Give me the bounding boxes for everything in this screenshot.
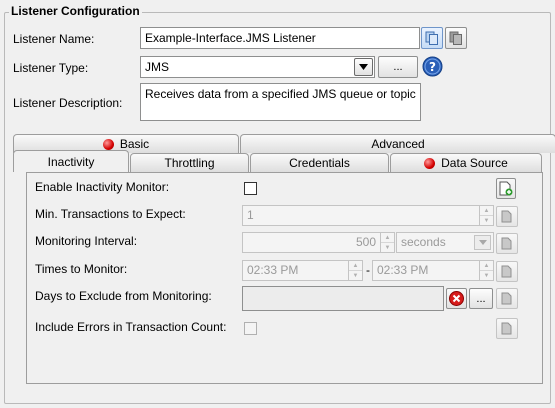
chevron-down-icon <box>478 240 487 245</box>
new-document-icon <box>499 181 513 196</box>
days-exclude-label: Days to Exclude from Monitoring: <box>35 289 212 303</box>
monitoring-interval-value: 500 <box>355 235 376 249</box>
days-variable-button[interactable] <box>496 288 518 309</box>
help-button[interactable]: ? <box>422 56 443 77</box>
times-to-monitor-label: Times to Monitor: <box>35 262 128 276</box>
enable-inactivity-label: Enable Inactivity Monitor: <box>35 180 170 194</box>
error-icon <box>102 138 114 150</box>
listener-type-select[interactable]: JMS <box>140 56 375 78</box>
copy-name-button[interactable] <box>421 27 443 49</box>
min-transactions-spinner[interactable]: ▲ ▼ <box>479 206 493 225</box>
tab-advanced[interactable]: Advanced <box>240 134 555 153</box>
tab-advanced-label: Advanced <box>371 137 425 151</box>
time-start-value: 02:33 PM <box>247 263 299 277</box>
spin-up-icon: ▲ <box>349 261 362 271</box>
group-title: Listener Configuration <box>9 4 142 18</box>
min-transactions-variable-button[interactable] <box>496 206 518 227</box>
spin-down-icon: ▼ <box>352 272 359 279</box>
spin-down-icon: ▼ <box>384 244 391 251</box>
listener-type-label: Listener Type: <box>13 61 89 75</box>
error-icon <box>424 157 436 169</box>
interval-unit-value: seconds <box>401 235 446 249</box>
tab-throttling-label: Throttling <box>164 156 215 170</box>
tab-basic-label: Basic <box>119 137 150 151</box>
time-end-spinner[interactable]: ▲ ▼ <box>479 261 493 280</box>
days-exclude-browse-button[interactable]: ... <box>469 288 493 309</box>
listener-type-dropdown-button[interactable] <box>354 58 373 76</box>
listener-description-label: Listener Description: <box>13 96 123 110</box>
help-icon: ? <box>422 56 443 77</box>
time-start-spinner[interactable]: ▲ ▼ <box>348 261 362 280</box>
interval-unit-dropdown-button[interactable] <box>474 235 491 250</box>
svg-text:?: ? <box>429 60 436 74</box>
document-icon <box>501 210 512 223</box>
tab-credentials[interactable]: Credentials <box>250 153 389 172</box>
spin-down-icon: ▼ <box>483 217 490 224</box>
time-end-input[interactable]: 02:33 PM <box>372 260 494 281</box>
include-errors-variable-button[interactable] <box>496 318 518 339</box>
include-errors-checkbox[interactable] <box>244 322 257 335</box>
tab-data-source-label: Data Source <box>441 156 508 170</box>
spin-up-icon: ▲ <box>480 206 493 216</box>
include-errors-label: Include Errors in Transaction Count: <box>35 320 227 334</box>
tab-inactivity-label: Inactivity <box>47 154 95 169</box>
tab-credentials-label: Credentials <box>289 156 350 170</box>
times-variable-button[interactable] <box>496 261 518 282</box>
chevron-down-icon <box>359 64 368 70</box>
min-transactions-value: 1 <box>247 208 254 222</box>
interval-variable-button[interactable] <box>496 233 518 254</box>
min-transactions-label: Min. Transactions to Expect: <box>35 207 186 221</box>
listener-description-input[interactable]: Receives data from a specified JMS queue… <box>140 83 421 121</box>
listener-type-value: JMS <box>145 60 169 74</box>
document-icon <box>501 322 512 335</box>
listener-type-browse-button[interactable]: ... <box>378 56 418 78</box>
add-schedule-button[interactable] <box>496 178 516 199</box>
enable-inactivity-checkbox[interactable] <box>244 182 257 195</box>
monitoring-interval-spinner[interactable]: ▲ ▼ <box>380 233 394 252</box>
listener-name-label: Listener Name: <box>13 32 95 46</box>
tab-throttling[interactable]: Throttling <box>130 153 249 172</box>
spin-up-icon: ▲ <box>381 233 394 243</box>
listener-name-input[interactable]: Example-Interface.JMS Listener <box>140 27 420 49</box>
time-end-value: 02:33 PM <box>377 263 429 277</box>
tab-data-source[interactable]: Data Source <box>390 153 542 172</box>
tab-inactivity[interactable]: Inactivity <box>13 150 129 172</box>
clear-days-button[interactable] <box>446 288 467 309</box>
paste-icon <box>449 31 462 45</box>
time-separator: - <box>366 263 370 277</box>
days-exclude-field[interactable] <box>242 286 444 311</box>
spin-down-icon: ▼ <box>483 272 490 279</box>
copy-icon <box>425 31 438 45</box>
document-icon <box>501 237 512 250</box>
paste-name-button[interactable] <box>445 27 467 49</box>
spin-up-icon: ▲ <box>480 261 493 271</box>
monitoring-interval-label: Monitoring Interval: <box>35 234 138 248</box>
clear-icon <box>449 291 464 306</box>
document-icon <box>501 292 512 305</box>
monitoring-interval-input[interactable]: 500 <box>242 232 395 253</box>
document-icon <box>501 265 512 278</box>
min-transactions-input[interactable]: 1 <box>242 205 494 226</box>
time-start-input[interactable]: 02:33 PM <box>242 260 363 281</box>
